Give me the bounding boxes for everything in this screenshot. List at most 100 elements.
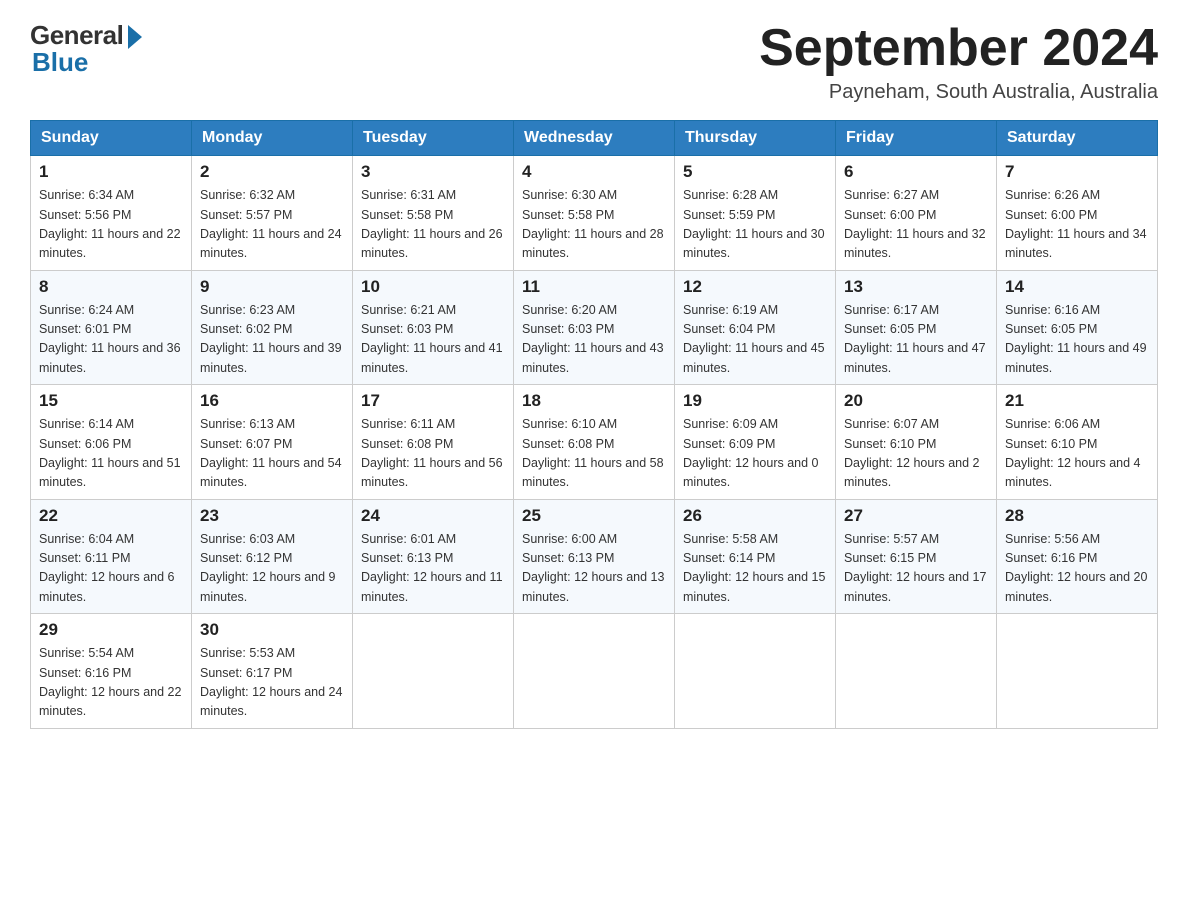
day-number: 1 [39, 162, 183, 182]
day-info: Sunrise: 6:16 AMSunset: 6:05 PMDaylight:… [1005, 301, 1149, 379]
day-number: 23 [200, 506, 344, 526]
calendar-cell: 1Sunrise: 6:34 AMSunset: 5:56 PMDaylight… [31, 156, 192, 271]
month-title: September 2024 [759, 20, 1158, 77]
calendar-cell: 6Sunrise: 6:27 AMSunset: 6:00 PMDaylight… [836, 156, 997, 271]
day-info: Sunrise: 6:17 AMSunset: 6:05 PMDaylight:… [844, 301, 988, 379]
calendar-cell: 12 Sunrise: 6:19 AMSunset: 6:04 PMDayligh… [675, 270, 836, 385]
day-number: 6 [844, 162, 988, 182]
page-header: General Blue September 2024 Payneham, So… [30, 20, 1158, 104]
day-number: 9 [200, 277, 344, 297]
day-info: Sunrise: 6:28 AMSunset: 5:59 PMDaylight:… [683, 186, 827, 264]
calendar-cell: 19 Sunrise: 6:09 AMSunset: 6:09 PMDayligh… [675, 385, 836, 500]
day-number: 29 [39, 620, 183, 640]
day-info: Sunrise: 5:57 AMSunset: 6:15 PMDaylight:… [844, 530, 988, 608]
day-info: Sunrise: 5:54 AMSunset: 6:16 PMDaylight:… [39, 644, 183, 722]
calendar-week-row: 29 Sunrise: 5:54 AMSunset: 6:16 PMDayligh… [31, 614, 1158, 729]
day-number: 4 [522, 162, 666, 182]
day-info: Sunrise: 6:01 AMSunset: 6:13 PMDaylight:… [361, 530, 505, 608]
day-info: Sunrise: 6:24 AMSunset: 6:01 PMDaylight:… [39, 301, 183, 379]
logo-arrow-icon [128, 25, 142, 49]
day-info: Sunrise: 6:14 AMSunset: 6:06 PMDaylight:… [39, 415, 183, 493]
day-number: 19 [683, 391, 827, 411]
day-info: Sunrise: 6:13 AMSunset: 6:07 PMDaylight:… [200, 415, 344, 493]
day-number: 11 [522, 277, 666, 297]
day-info: Sunrise: 6:19 AMSunset: 6:04 PMDaylight:… [683, 301, 827, 379]
day-number: 30 [200, 620, 344, 640]
calendar-cell: 16 Sunrise: 6:13 AMSunset: 6:07 PMDayligh… [192, 385, 353, 500]
calendar-cell: 7 Sunrise: 6:26 AMSunset: 6:00 PMDaylight… [997, 156, 1158, 271]
calendar-cell [514, 614, 675, 729]
calendar-cell [997, 614, 1158, 729]
day-number: 17 [361, 391, 505, 411]
column-header-friday: Friday [836, 121, 997, 156]
day-info: Sunrise: 6:20 AMSunset: 6:03 PMDaylight:… [522, 301, 666, 379]
day-number: 2 [200, 162, 344, 182]
day-number: 15 [39, 391, 183, 411]
calendar-week-row: 1Sunrise: 6:34 AMSunset: 5:56 PMDaylight… [31, 156, 1158, 271]
day-info: Sunrise: 6:10 AMSunset: 6:08 PMDaylight:… [522, 415, 666, 493]
location-text: Payneham, South Australia, Australia [759, 81, 1158, 104]
calendar-cell: 15 Sunrise: 6:14 AMSunset: 6:06 PMDayligh… [31, 385, 192, 500]
day-number: 3 [361, 162, 505, 182]
calendar-cell: 13Sunrise: 6:17 AMSunset: 6:05 PMDayligh… [836, 270, 997, 385]
column-header-thursday: Thursday [675, 121, 836, 156]
day-info: Sunrise: 6:04 AMSunset: 6:11 PMDaylight:… [39, 530, 183, 608]
column-header-saturday: Saturday [997, 121, 1158, 156]
day-number: 7 [1005, 162, 1149, 182]
day-info: Sunrise: 5:53 AMSunset: 6:17 PMDaylight:… [200, 644, 344, 722]
day-info: Sunrise: 6:32 AMSunset: 5:57 PMDaylight:… [200, 186, 344, 264]
day-info: Sunrise: 5:58 AMSunset: 6:14 PMDaylight:… [683, 530, 827, 608]
calendar-cell: 8 Sunrise: 6:24 AMSunset: 6:01 PMDaylight… [31, 270, 192, 385]
day-number: 5 [683, 162, 827, 182]
calendar-cell: 17 Sunrise: 6:11 AMSunset: 6:08 PMDayligh… [353, 385, 514, 500]
day-number: 8 [39, 277, 183, 297]
day-number: 24 [361, 506, 505, 526]
calendar-cell: 4 Sunrise: 6:30 AMSunset: 5:58 PMDaylight… [514, 156, 675, 271]
day-info: Sunrise: 6:00 AMSunset: 6:13 PMDaylight:… [522, 530, 666, 608]
calendar-cell: 14 Sunrise: 6:16 AMSunset: 6:05 PMDayligh… [997, 270, 1158, 385]
calendar-cell [353, 614, 514, 729]
day-number: 20 [844, 391, 988, 411]
calendar-header-row: SundayMondayTuesdayWednesdayThursdayFrid… [31, 121, 1158, 156]
calendar-cell: 11 Sunrise: 6:20 AMSunset: 6:03 PMDayligh… [514, 270, 675, 385]
day-number: 27 [844, 506, 988, 526]
day-number: 22 [39, 506, 183, 526]
calendar-week-row: 22 Sunrise: 6:04 AMSunset: 6:11 PMDayligh… [31, 499, 1158, 614]
column-header-sunday: Sunday [31, 121, 192, 156]
day-info: Sunrise: 6:07 AMSunset: 6:10 PMDaylight:… [844, 415, 988, 493]
day-number: 21 [1005, 391, 1149, 411]
day-info: Sunrise: 6:26 AMSunset: 6:00 PMDaylight:… [1005, 186, 1149, 264]
day-info: Sunrise: 6:11 AMSunset: 6:08 PMDaylight:… [361, 415, 505, 493]
day-number: 10 [361, 277, 505, 297]
calendar-cell [836, 614, 997, 729]
day-number: 14 [1005, 277, 1149, 297]
calendar-cell: 21Sunrise: 6:06 AMSunset: 6:10 PMDayligh… [997, 385, 1158, 500]
title-block: September 2024 Payneham, South Australia… [759, 20, 1158, 104]
column-header-wednesday: Wednesday [514, 121, 675, 156]
calendar-cell: 26Sunrise: 5:58 AMSunset: 6:14 PMDayligh… [675, 499, 836, 614]
column-header-monday: Monday [192, 121, 353, 156]
logo: General Blue [30, 20, 142, 78]
day-info: Sunrise: 6:09 AMSunset: 6:09 PMDaylight:… [683, 415, 827, 493]
calendar-cell: 2 Sunrise: 6:32 AMSunset: 5:57 PMDaylight… [192, 156, 353, 271]
day-number: 16 [200, 391, 344, 411]
calendar-cell: 5 Sunrise: 6:28 AMSunset: 5:59 PMDaylight… [675, 156, 836, 271]
calendar-week-row: 8 Sunrise: 6:24 AMSunset: 6:01 PMDaylight… [31, 270, 1158, 385]
calendar-cell: 9 Sunrise: 6:23 AMSunset: 6:02 PMDaylight… [192, 270, 353, 385]
day-info: Sunrise: 6:23 AMSunset: 6:02 PMDaylight:… [200, 301, 344, 379]
calendar-cell: 30 Sunrise: 5:53 AMSunset: 6:17 PMDayligh… [192, 614, 353, 729]
calendar-cell: 22 Sunrise: 6:04 AMSunset: 6:11 PMDayligh… [31, 499, 192, 614]
calendar-cell: 10 Sunrise: 6:21 AMSunset: 6:03 PMDayligh… [353, 270, 514, 385]
calendar-cell: 24 Sunrise: 6:01 AMSunset: 6:13 PMDayligh… [353, 499, 514, 614]
day-number: 18 [522, 391, 666, 411]
calendar-cell: 18 Sunrise: 6:10 AMSunset: 6:08 PMDayligh… [514, 385, 675, 500]
calendar-cell: 20 Sunrise: 6:07 AMSunset: 6:10 PMDayligh… [836, 385, 997, 500]
calendar-week-row: 15 Sunrise: 6:14 AMSunset: 6:06 PMDayligh… [31, 385, 1158, 500]
calendar-cell: 25Sunrise: 6:00 AMSunset: 6:13 PMDayligh… [514, 499, 675, 614]
day-number: 12 [683, 277, 827, 297]
logo-blue-text: Blue [30, 47, 88, 78]
calendar-cell: 28Sunrise: 5:56 AMSunset: 6:16 PMDayligh… [997, 499, 1158, 614]
day-info: Sunrise: 6:30 AMSunset: 5:58 PMDaylight:… [522, 186, 666, 264]
day-info: Sunrise: 6:21 AMSunset: 6:03 PMDaylight:… [361, 301, 505, 379]
day-info: Sunrise: 6:31 AMSunset: 5:58 PMDaylight:… [361, 186, 505, 264]
